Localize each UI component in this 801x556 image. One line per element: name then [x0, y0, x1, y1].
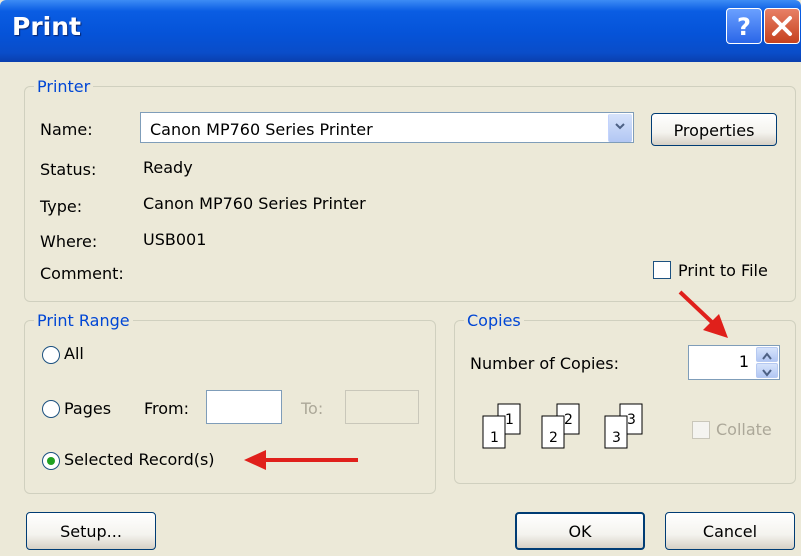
- properties-button[interactable]: Properties: [651, 113, 777, 146]
- copies-value: 1: [738, 352, 749, 371]
- help-button[interactable]: ?: [726, 8, 762, 44]
- setup-button[interactable]: Setup...: [26, 512, 156, 550]
- all-label[interactable]: All: [64, 344, 84, 363]
- where-label: Where:: [40, 232, 98, 251]
- question-mark-icon: ?: [737, 13, 751, 41]
- print-dialog: Print ? Printer Name: Canon MP760 Series…: [0, 0, 801, 556]
- to-page-input[interactable]: [345, 390, 419, 424]
- annotation-arrow-down-icon: [678, 290, 728, 338]
- properties-button-label: Properties: [673, 121, 755, 140]
- close-icon: [772, 16, 792, 36]
- svg-text:?: ?: [737, 13, 751, 41]
- spin-up-button[interactable]: [756, 347, 778, 362]
- ok-button[interactable]: OK: [515, 512, 645, 550]
- from-label: From:: [144, 399, 190, 418]
- type-label: Type:: [40, 197, 83, 216]
- page-number: 2: [549, 430, 558, 446]
- pages-radio[interactable]: [42, 400, 60, 418]
- close-button[interactable]: [764, 8, 800, 44]
- dropdown-button[interactable]: [608, 114, 632, 142]
- cancel-button[interactable]: Cancel: [665, 512, 795, 550]
- printer-name-select[interactable]: Canon MP760 Series Printer: [140, 112, 634, 143]
- collate-pages-icon: 1 1 2 2 3 3: [480, 402, 656, 456]
- status-value: Ready: [143, 158, 193, 177]
- title-bar[interactable]: Print ?: [0, 0, 801, 62]
- print-to-file-checkbox[interactable]: [653, 261, 671, 279]
- setup-button-label: Setup...: [60, 522, 122, 541]
- all-radio[interactable]: [42, 346, 60, 364]
- page-number: 3: [627, 412, 636, 428]
- number-of-copies-label: Number of Copies:: [470, 354, 619, 373]
- where-value: USB001: [143, 230, 207, 249]
- copies-legend: Copies: [464, 311, 524, 330]
- window-title: Print: [12, 12, 81, 41]
- collate-label[interactable]: Collate: [716, 420, 772, 439]
- pages-label[interactable]: Pages: [64, 399, 111, 418]
- status-label: Status:: [40, 160, 97, 179]
- ok-button-label: OK: [568, 522, 592, 541]
- printer-legend: Printer: [34, 77, 94, 96]
- selected-records-radio[interactable]: [42, 452, 60, 470]
- print-range-legend: Print Range: [34, 311, 133, 330]
- chevron-up-icon: [762, 352, 772, 360]
- collate-pages-drawing: 1 1 2 2 3 3: [482, 403, 643, 449]
- selected-records-label[interactable]: Selected Record(s): [64, 450, 215, 469]
- chevron-down-icon: [762, 369, 772, 377]
- spin-down-button[interactable]: [756, 363, 778, 378]
- name-label: Name:: [40, 120, 93, 139]
- page-number: 3: [612, 430, 621, 446]
- comment-label: Comment:: [40, 264, 124, 283]
- radio-selected-dot: [47, 457, 55, 465]
- page-number: 1: [505, 412, 514, 428]
- annotation-arrow-left-icon: [244, 450, 358, 470]
- from-page-input[interactable]: [206, 390, 282, 424]
- type-value: Canon MP760 Series Printer: [143, 194, 366, 213]
- chevron-down-icon: [615, 123, 625, 130]
- print-to-file-label[interactable]: Print to File: [678, 261, 768, 280]
- printer-name-value: Canon MP760 Series Printer: [150, 120, 373, 139]
- copies-spinner[interactable]: 1: [688, 345, 780, 380]
- page-number: 1: [490, 430, 499, 446]
- to-label: To:: [301, 399, 324, 418]
- page-number: 2: [564, 412, 573, 428]
- cancel-button-label: Cancel: [702, 522, 758, 541]
- collate-checkbox[interactable]: [692, 421, 710, 439]
